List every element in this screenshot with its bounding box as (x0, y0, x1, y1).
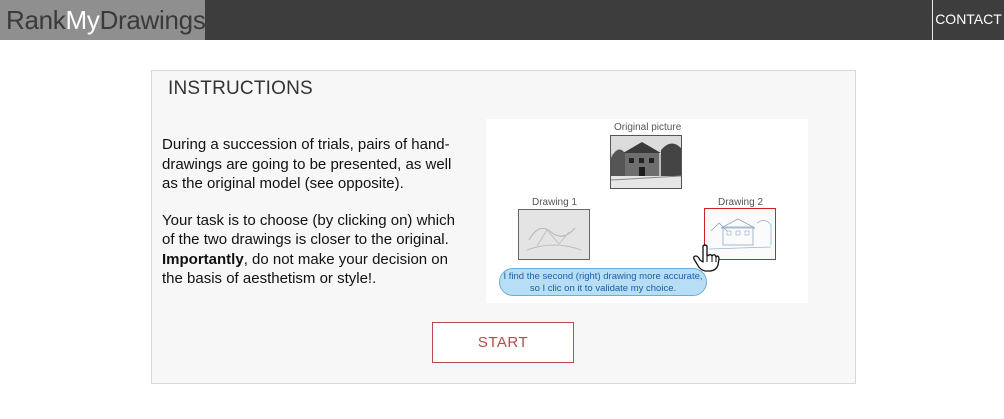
instructions-text: During a succession of trials, pairs of … (162, 135, 467, 306)
instructions-paragraph-2: Your task is to choose (by clicking on) … (162, 211, 467, 289)
bubble-line-1: I find the second (right) drawing more a… (503, 271, 703, 282)
paragraph-2-emphasis: Importantly (162, 250, 244, 268)
hand-pointer-icon (691, 243, 721, 273)
brand-part-my: My (65, 5, 100, 35)
brand-part-drawings: Drawings (99, 5, 206, 35)
bubble-line-2: so I clic on it to validate my choice. (529, 283, 677, 294)
instructions-panel: INSTRUCTIONS During a succession of tria… (151, 70, 856, 384)
drawing-1-image[interactable] (518, 209, 590, 260)
brand-part-rank: Rank (6, 5, 66, 35)
start-button[interactable]: START (432, 322, 574, 363)
top-navbar: RankMyDrawings CONTACT (0, 0, 1004, 40)
original-picture-image (610, 135, 682, 189)
drawing-2-caption: Drawing 2 (718, 197, 764, 208)
contact-link[interactable]: CONTACT (932, 0, 1004, 40)
paragraph-2-intro: Your task is to choose (by clicking on) … (162, 211, 455, 249)
brand-logo[interactable]: RankMyDrawings (0, 0, 206, 40)
drawing-1-caption: Drawing 1 (532, 197, 578, 208)
example-illustration: Original picture Drawing 1 Drawing 2 I f… (486, 119, 808, 303)
instructions-paragraph-1: During a succession of trials, pairs of … (162, 136, 452, 192)
original-picture-caption: Original picture (614, 122, 682, 133)
panel-title: INSTRUCTIONS (168, 78, 313, 99)
example-speech-bubble: I find the second (right) drawing more a… (499, 268, 707, 296)
